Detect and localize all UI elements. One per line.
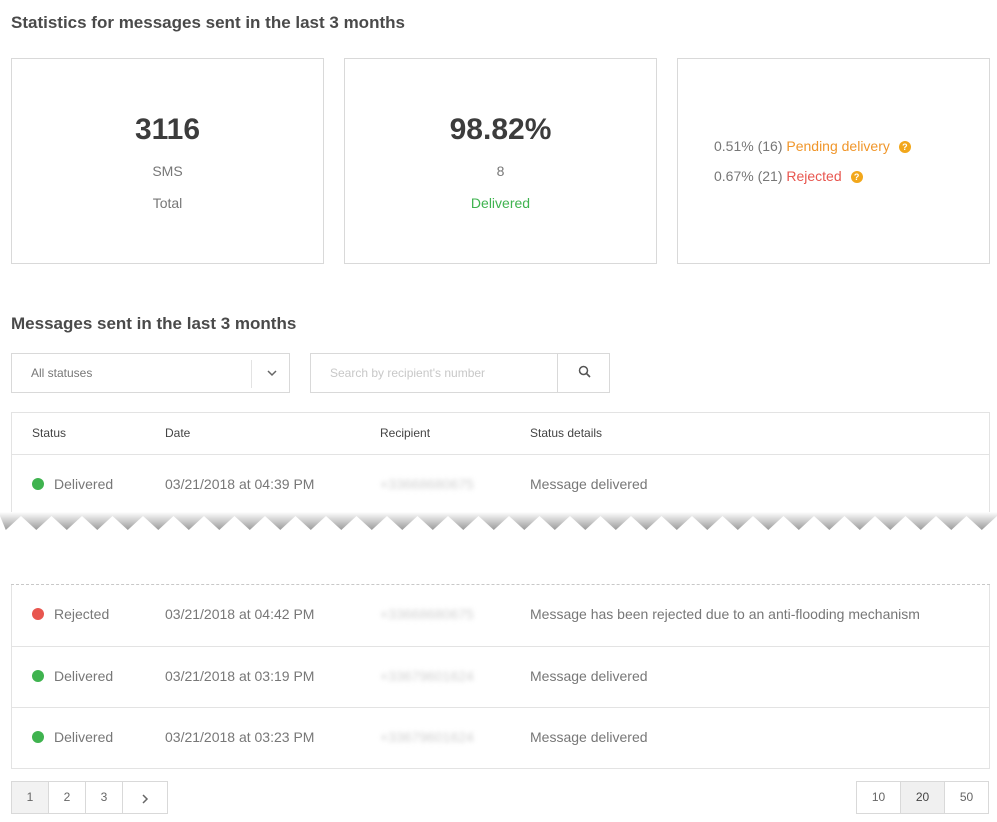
delivered-label: Delivered xyxy=(470,195,531,211)
status-filter-select[interactable]: All statuses xyxy=(11,353,290,393)
status-filter-value: All statuses xyxy=(31,366,93,380)
total-unit: SMS xyxy=(152,163,183,179)
table-header: Status Date Recipient Status details xyxy=(12,413,989,455)
column-date[interactable]: Date xyxy=(165,426,190,440)
delivered-card: 98.82% 8 Delivered xyxy=(344,58,657,264)
pending-label: Pending delivery xyxy=(786,138,890,154)
messages-table-continued: Rejected 03/21/2018 at 04:42 PM +3366868… xyxy=(11,585,990,769)
chevron-right-icon xyxy=(142,794,149,804)
row-date: 03/21/2018 at 03:23 PM xyxy=(165,729,315,745)
search-input[interactable] xyxy=(312,355,556,391)
delivered-status-dot xyxy=(32,478,44,490)
recipient-search xyxy=(310,353,610,393)
pagination: 1 2 3 xyxy=(11,781,168,814)
page-size-50[interactable]: 50 xyxy=(944,781,989,814)
delivered-status-dot xyxy=(32,670,44,682)
messages-table: Status Date Recipient Status details Del… xyxy=(11,412,990,516)
page-3-button[interactable]: 3 xyxy=(85,781,123,814)
table-row[interactable]: Delivered 03/21/2018 at 03:23 PM +336796… xyxy=(12,707,989,768)
row-details: Message delivered xyxy=(530,476,648,492)
page-size-10[interactable]: 10 xyxy=(856,781,901,814)
row-date: 03/21/2018 at 04:42 PM xyxy=(165,606,315,622)
page-2-button[interactable]: 2 xyxy=(48,781,86,814)
row-recipient: +33668680675 xyxy=(380,476,474,492)
select-divider xyxy=(251,360,252,388)
row-status: Delivered xyxy=(54,729,114,745)
row-details: Message delivered xyxy=(530,729,648,745)
row-details: Message has been rejected due to an anti… xyxy=(530,606,920,622)
delivered-count: 8 xyxy=(496,163,505,179)
row-status: Delivered xyxy=(54,668,114,684)
table-row[interactable]: Delivered 03/21/2018 at 03:19 PM +336796… xyxy=(12,646,989,707)
torn-edge-divider xyxy=(0,512,997,530)
next-page-button[interactable] xyxy=(122,781,168,814)
stats-title: Statistics for messages sent in the last… xyxy=(11,13,405,32)
rejected-value: 0.67% (21) xyxy=(714,168,783,184)
row-status: Delivered xyxy=(54,476,114,492)
search-button[interactable] xyxy=(557,354,610,392)
messages-title: Messages sent in the last 3 months xyxy=(11,314,297,333)
table-row[interactable]: Rejected 03/21/2018 at 04:42 PM +3366868… xyxy=(12,585,989,646)
help-icon[interactable]: ? xyxy=(850,171,863,183)
rejected-label: Rejected xyxy=(786,168,842,184)
row-details: Message delivered xyxy=(530,668,648,684)
row-recipient: +33679601624 xyxy=(380,729,474,745)
rejected-status-dot xyxy=(32,608,44,620)
row-recipient: +33679601624 xyxy=(380,668,474,684)
column-recipient[interactable]: Recipient xyxy=(380,426,430,440)
page-size-selector: 10 20 50 xyxy=(856,781,989,814)
delivered-rate: 98.82% xyxy=(449,113,552,146)
delivered-status-dot xyxy=(32,731,44,743)
page-1-button[interactable]: 1 xyxy=(11,781,49,814)
rejected-stat: 0.67% (21) Rejected? xyxy=(714,168,863,184)
search-icon xyxy=(578,365,591,378)
row-status: Rejected xyxy=(54,606,110,622)
total-label: Total xyxy=(152,195,183,211)
column-status[interactable]: Status xyxy=(32,426,66,440)
breakdown-card: 0.51% (16) Pending delivery? 0.67% (21) … xyxy=(677,58,990,264)
pending-value: 0.51% (16) xyxy=(714,138,783,154)
total-value: 3116 xyxy=(134,113,201,146)
help-icon[interactable]: ? xyxy=(898,141,911,153)
table-row[interactable]: Delivered 03/21/2018 at 04:39 PM +336686… xyxy=(12,455,989,516)
row-recipient: +33668680675 xyxy=(380,606,474,622)
column-details[interactable]: Status details xyxy=(530,426,602,440)
pending-stat: 0.51% (16) Pending delivery? xyxy=(714,138,911,154)
chevron-down-icon[interactable] xyxy=(265,366,279,380)
row-date: 03/21/2018 at 03:19 PM xyxy=(165,668,315,684)
page-size-20[interactable]: 20 xyxy=(900,781,945,814)
row-date: 03/21/2018 at 04:39 PM xyxy=(165,476,315,492)
total-card: 3116 SMS Total xyxy=(11,58,324,264)
